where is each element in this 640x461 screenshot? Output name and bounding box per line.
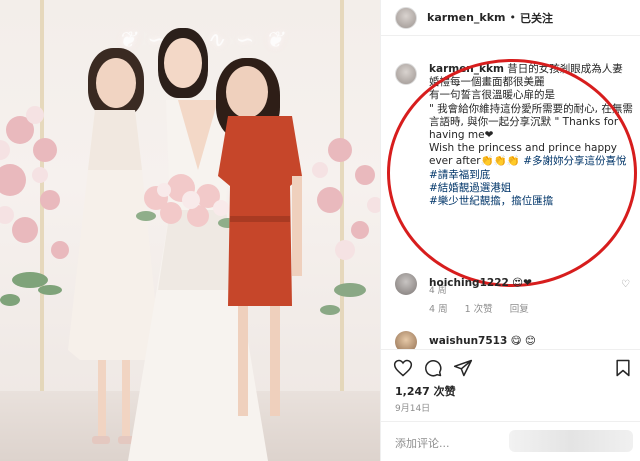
heart-icon[interactable] bbox=[393, 358, 413, 378]
header-username[interactable]: karmen_kkm bbox=[427, 11, 506, 24]
comment-likes[interactable]: 1 次赞 bbox=[465, 304, 493, 315]
comment-body: 😍❤ bbox=[512, 277, 532, 289]
comments-section[interactable]: karmen_kkm 昔日的女孩剎眼成為人妻 婚禮每一個畫面都很美麗 有一句誓言… bbox=[381, 37, 640, 349]
post-date: 9月14日 bbox=[395, 404, 431, 414]
bookmark-icon[interactable] bbox=[613, 358, 633, 378]
add-comment-bar: 添加评论... bbox=[381, 421, 640, 461]
comment-time: 4 周 bbox=[429, 304, 448, 315]
post-header: karmen_kkm • 已关注 bbox=[381, 0, 640, 36]
flower-arrangement-right bbox=[312, 138, 380, 315]
header-separator: • bbox=[509, 11, 517, 24]
add-comment-input[interactable]: 添加评论... bbox=[395, 435, 450, 451]
red-annotation-circle bbox=[387, 59, 637, 287]
comment-text: waishun7513 😋 😊 bbox=[429, 335, 536, 347]
follow-status-button[interactable]: 已关注 bbox=[520, 10, 553, 26]
blurred-watermark bbox=[509, 430, 633, 452]
action-bar bbox=[381, 349, 640, 385]
comment-meta: 4 周 1 次赞 回复 bbox=[429, 301, 543, 315]
comment-username[interactable]: hoiching1222 bbox=[429, 277, 509, 289]
comment-icon[interactable] bbox=[423, 358, 443, 378]
reply-button[interactable]: 回复 bbox=[510, 304, 529, 315]
comment-body: 😋 😊 bbox=[510, 335, 536, 347]
comment-username[interactable]: waishun7513 bbox=[429, 335, 507, 347]
avatar[interactable] bbox=[395, 331, 417, 349]
share-icon[interactable] bbox=[453, 358, 473, 378]
post-side-panel: karmen_kkm • 已关注 karmen_kkm 昔日的女孩剎眼成為人妻 … bbox=[380, 0, 640, 461]
comment-text: hoiching1222 😍❤ bbox=[429, 277, 532, 289]
avatar[interactable] bbox=[395, 273, 417, 295]
caption-avatar[interactable] bbox=[395, 63, 417, 85]
comment-like-heart-icon[interactable]: ♡ bbox=[621, 279, 630, 290]
post-photo[interactable]: ❦ ∽ ∾ ∿ ∽ ❦ bbox=[0, 0, 380, 461]
likes-count[interactable]: 1,247 次赞 bbox=[395, 383, 456, 399]
avatar[interactable] bbox=[395, 6, 417, 29]
